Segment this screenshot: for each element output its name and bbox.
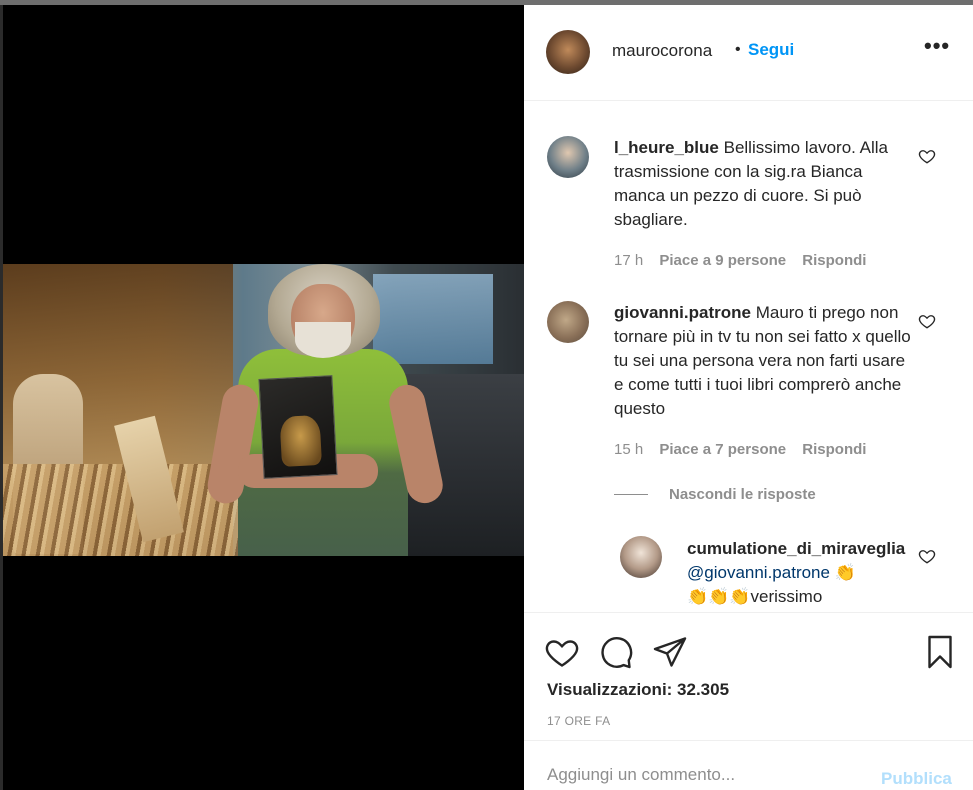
comment-likes[interactable]: Piace a 7 persone xyxy=(659,441,786,458)
reply-username[interactable]: cumulatione_di_miraveglia xyxy=(687,539,905,558)
workshop-window xyxy=(373,274,493,364)
reply-mention-link[interactable]: @giovanni.patrone xyxy=(687,563,830,582)
author-username[interactable]: maurocorona xyxy=(612,41,712,61)
comment-like-heart-icon[interactable] xyxy=(918,312,936,330)
comment-meta: 17 h Piace a 9 persone Rispondi xyxy=(614,252,878,269)
held-book xyxy=(258,375,338,479)
share-icon[interactable] xyxy=(652,634,688,670)
hide-replies-button[interactable]: Nascondi le risposte xyxy=(669,486,816,503)
person-beard xyxy=(295,322,351,358)
comment-avatar[interactable] xyxy=(547,301,589,343)
post-media[interactable] xyxy=(3,5,524,790)
book-cover-art xyxy=(279,414,323,467)
bookmark-icon[interactable] xyxy=(922,634,958,670)
reply-button[interactable]: Rispondi xyxy=(802,441,866,458)
reply-button[interactable]: Rispondi xyxy=(802,252,866,269)
follow-button[interactable]: Segui xyxy=(748,40,794,60)
comment-avatar[interactable] xyxy=(547,136,589,178)
comment-username[interactable]: giovanni.patrone xyxy=(614,303,751,322)
views-count[interactable]: Visualizzazioni: 32.305 xyxy=(547,680,729,700)
separator-dot: • xyxy=(735,41,741,58)
comment-text: giovanni.patrone Mauro ti prego non torn… xyxy=(614,301,914,421)
post-sidebar: maurocorona • Segui ••• l_heure_blue Bel… xyxy=(524,5,973,790)
post-timestamp[interactable]: 17 ORE FA xyxy=(547,714,610,728)
comment-age: 17 h xyxy=(614,252,644,269)
add-comment-bar: Pubblica xyxy=(524,740,973,790)
author-avatar[interactable] xyxy=(546,30,590,74)
comment-age: 15 h xyxy=(614,441,644,458)
comment-input[interactable] xyxy=(547,765,867,785)
reply-content: verissimo xyxy=(750,587,823,606)
replies-divider xyxy=(614,494,648,495)
reply-avatar[interactable] xyxy=(620,536,662,578)
publish-button[interactable]: Pubblica xyxy=(881,769,952,789)
reply-text: cumulatione_di_miraveglia @giovanni.patr… xyxy=(687,537,927,609)
clap-emoji-group: 👏👏👏 xyxy=(687,587,751,607)
reply-like-heart-icon[interactable] xyxy=(918,547,936,565)
clap-emoji: 👏 xyxy=(834,563,856,583)
like-heart-icon[interactable] xyxy=(544,634,580,670)
comment-meta: 15 h Piace a 7 persone Rispondi xyxy=(614,441,878,458)
comment-like-heart-icon[interactable] xyxy=(918,147,936,165)
comment-username[interactable]: l_heure_blue xyxy=(614,138,719,157)
comment-icon[interactable] xyxy=(598,634,634,670)
comment-text: l_heure_blue Bellissimo lavoro. Alla tra… xyxy=(614,136,914,232)
post-actions: Visualizzazioni: 32.305 17 ORE FA xyxy=(524,612,973,740)
video-frame[interactable] xyxy=(3,264,524,556)
post-header: maurocorona • Segui ••• xyxy=(524,5,973,101)
more-options-icon[interactable]: ••• xyxy=(924,33,950,59)
comment-likes[interactable]: Piace a 9 persone xyxy=(659,252,786,269)
